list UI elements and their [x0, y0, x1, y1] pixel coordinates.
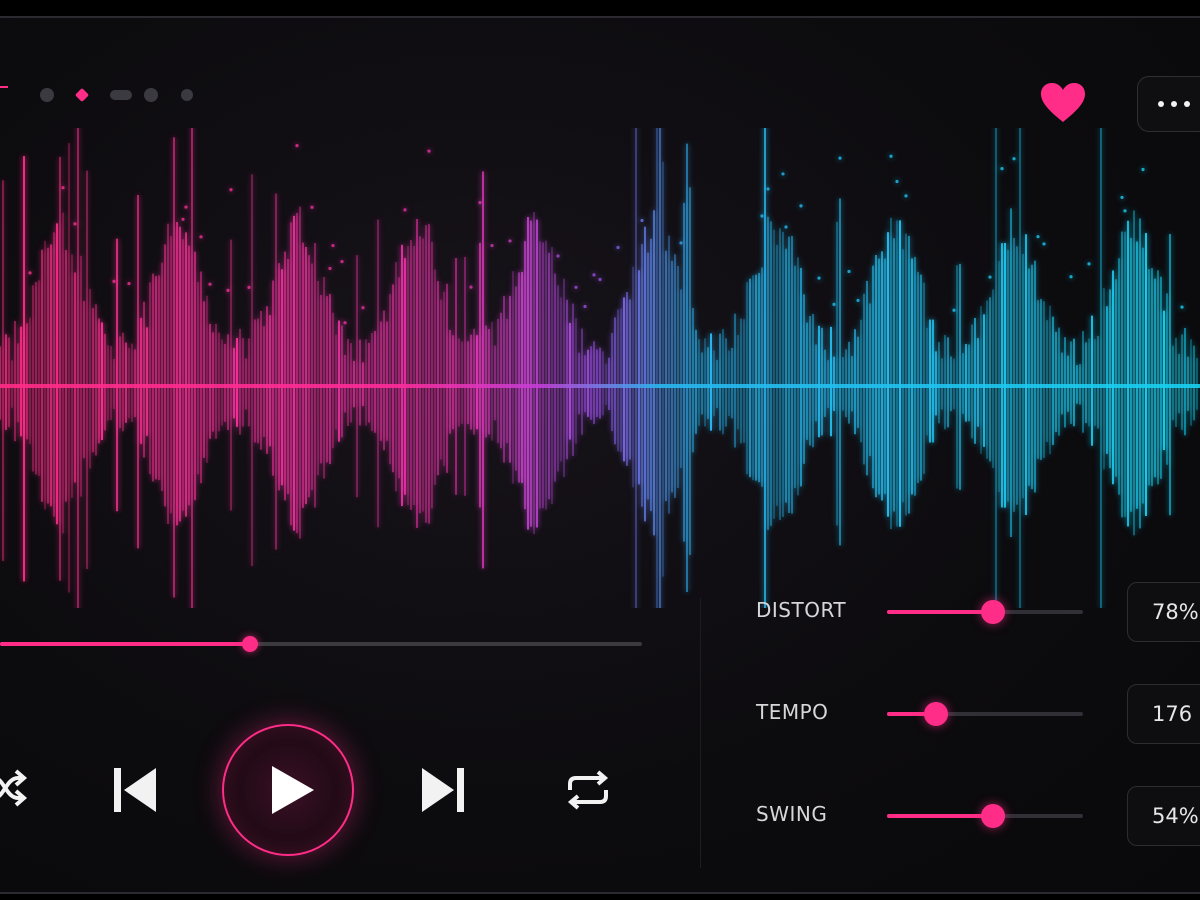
page-dot-active[interactable]: [74, 87, 90, 103]
waveform-particle: [427, 149, 431, 153]
more-horizontal-icon: [1158, 101, 1164, 107]
waveform-particle: [640, 218, 644, 223]
waveform-particle: [112, 279, 116, 283]
waveform-particle: [184, 205, 188, 209]
waveform-particle: [61, 186, 65, 190]
distort-slider[interactable]: [887, 600, 1083, 624]
waveform-particle: [988, 275, 992, 279]
waveform-particle: [1123, 209, 1127, 213]
waveform-particle: [1036, 235, 1040, 239]
waveform-particle: [1087, 262, 1091, 266]
waveform-particle: [889, 154, 893, 158]
heart-icon: [1041, 83, 1085, 122]
waveform-particle: [226, 288, 230, 293]
param-label: TEMPO: [756, 700, 829, 724]
waveform-particle: [781, 172, 785, 176]
page-dot[interactable]: [181, 89, 193, 101]
waveform-particle: [1180, 305, 1184, 309]
waveform-particle: [343, 321, 347, 325]
waveform-particle: [28, 271, 32, 275]
playback-progress-bar[interactable]: [0, 636, 642, 652]
swing-slider[interactable]: [887, 804, 1083, 828]
swing-value-field[interactable]: 54%: [1127, 786, 1200, 846]
param-label: DISTORT: [756, 598, 847, 622]
waveform-particle: [583, 304, 587, 309]
slider-fill: [887, 814, 993, 818]
waveform-particle: [904, 194, 908, 198]
waveform-particle: [1141, 167, 1145, 172]
waveform-particle: [340, 259, 344, 264]
waveform-particle: [760, 214, 764, 218]
slider-handle[interactable]: [980, 600, 1005, 624]
waveform-particle: [592, 273, 596, 277]
waveform-particle: [181, 217, 185, 221]
waveform-particle: [1120, 195, 1124, 200]
slider-fill: [887, 610, 993, 614]
waveform-particle: [328, 266, 332, 271]
waveform-particle: [229, 188, 233, 192]
waveform-particle: [73, 222, 77, 226]
waveform-particle: [766, 187, 770, 191]
waveform-particle: [247, 285, 251, 289]
waveform-particle: [895, 179, 899, 184]
waveform-particle: [574, 285, 578, 289]
page-dot[interactable]: [110, 90, 132, 100]
waveform-particle: [331, 243, 335, 248]
tempo-value-field[interactable]: 176: [1127, 684, 1200, 744]
param-row-swing: SWING 54%: [0, 786, 1200, 846]
tempo-slider[interactable]: [887, 702, 1083, 726]
waveform-particle: [799, 204, 803, 208]
waveform-particle: [1042, 242, 1046, 246]
waveform-particle: [1012, 157, 1016, 161]
distort-value-field[interactable]: 78%: [1127, 582, 1200, 642]
waveform-particle: [952, 308, 956, 312]
player-panel: DISTORT 78% TEMPO 176 SWING 54%: [0, 16, 1200, 894]
waveform-particle: [310, 205, 314, 209]
waveform-particle: [832, 302, 836, 306]
waveform-visualizer: [0, 128, 1200, 608]
page-dot[interactable]: [144, 88, 158, 102]
waveform-particle: [199, 235, 203, 239]
waveform-particle: [556, 254, 560, 258]
waveform-particle: [784, 225, 788, 229]
progress-fill: [0, 642, 251, 646]
waveform-particle: [127, 281, 131, 286]
waveform-particle: [295, 144, 299, 148]
waveform-particle: [490, 243, 494, 248]
param-row-tempo: TEMPO 176: [0, 684, 1200, 744]
waveform-particle: [598, 277, 602, 282]
more-options-button[interactable]: [1137, 76, 1200, 132]
param-label: SWING: [756, 802, 828, 826]
waveform-particle: [208, 282, 212, 286]
waveform-particle: [1069, 275, 1073, 279]
waveform-particle: [856, 298, 860, 303]
accent-mark: [0, 86, 8, 88]
waveform-particle: [679, 241, 683, 245]
favorite-button[interactable]: [1040, 82, 1086, 124]
waveform-particle: [817, 276, 821, 280]
more-dot: [1184, 101, 1190, 107]
waveform-particle: [478, 201, 482, 205]
waveform-particle: [361, 306, 365, 310]
param-row-distort: DISTORT 78%: [0, 582, 1200, 642]
waveform-particle: [403, 208, 407, 212]
waveform-particle: [616, 245, 620, 250]
waveform-particle: [838, 156, 842, 160]
waveform-particle: [847, 269, 851, 274]
slider-handle[interactable]: [924, 702, 948, 726]
waveform-particle: [469, 285, 473, 289]
more-dot: [1171, 101, 1177, 107]
slider-handle[interactable]: [980, 804, 1005, 828]
waveform-particle: [508, 239, 512, 243]
waveform-particle: [1000, 167, 1004, 171]
page-dot[interactable]: [40, 88, 54, 102]
